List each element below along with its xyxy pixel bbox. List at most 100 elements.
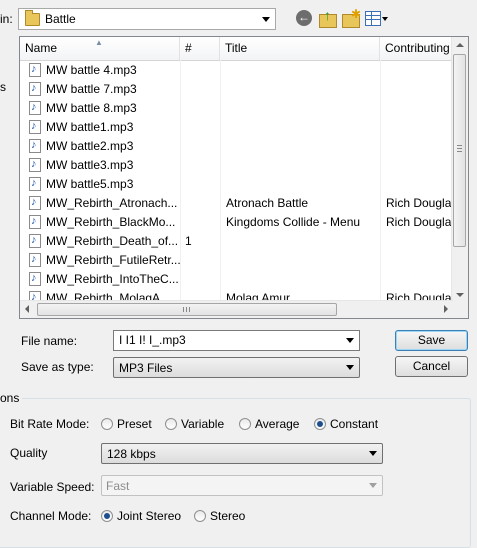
sparkle-icon: ✱ (351, 7, 362, 21)
filename-value: I I1 I! I_.mp3 (119, 333, 186, 347)
variable-speed-value: Fast (106, 479, 130, 493)
file-name: MW battle 7.mp3 (46, 82, 137, 96)
save-as-type-label: Save as type: (21, 360, 94, 374)
chevron-down-icon (369, 483, 377, 488)
file-name: MW battle5.mp3 (46, 177, 134, 191)
radio-variable-label[interactable]: Variable (181, 417, 224, 431)
folder-name: Battle (45, 12, 76, 26)
filename-input[interactable]: I I1 I! I_.mp3 (113, 330, 360, 351)
scroll-thumb[interactable] (37, 303, 337, 316)
chevron-down-icon (382, 17, 388, 21)
chevron-down-icon (262, 17, 270, 22)
radio-preset[interactable] (101, 418, 113, 430)
list-item[interactable]: MW_Rebirth_FutileRetr... (20, 251, 453, 270)
list-item[interactable]: MW battle 7.mp3 (20, 80, 453, 99)
channel-mode-label: Channel Mode: (10, 509, 92, 523)
audio-file-icon (29, 272, 41, 286)
audio-file-icon (29, 158, 41, 172)
file-name: MW_Rebirth_BlackMo... (46, 215, 176, 229)
track-number: 1 (185, 234, 192, 248)
list-item[interactable]: MW battle 8.mp3 (20, 99, 453, 118)
audio-file-icon (29, 139, 41, 153)
audio-file-icon (29, 196, 41, 210)
scroll-thumb[interactable] (453, 54, 466, 247)
list-item[interactable]: MW_Rebirth_Death_of... 1 (20, 232, 453, 251)
contributing-artist: Rich Douglas (386, 215, 458, 229)
quality-label: Quality (10, 446, 48, 460)
file-name: MW_Rebirth_FutileRetr... (46, 253, 181, 267)
cancel-button[interactable]: Cancel (395, 356, 468, 377)
list-header: Name ▲ # Title Contributing (20, 37, 453, 61)
radio-constant-label[interactable]: Constant (330, 417, 378, 431)
column-header-contributing[interactable]: Contributing (380, 37, 460, 60)
list-item[interactable]: MW_Rebirth_IntoTheC... (20, 270, 453, 289)
variable-speed-label: Variable Speed: (10, 480, 95, 494)
sidebar-cut-text: s (0, 80, 6, 94)
audio-file-icon (29, 177, 41, 191)
list-item[interactable]: MW battle 4.mp3 (20, 61, 453, 80)
radio-preset-label[interactable]: Preset (117, 417, 152, 431)
radio-average-label[interactable]: Average (255, 417, 299, 431)
bitrate-mode-label: Bit Rate Mode: (10, 417, 90, 431)
audio-file-icon (29, 253, 41, 267)
folder-dropdown[interactable]: Battle (18, 8, 276, 30)
list-item[interactable]: MW battle3.mp3 (20, 156, 453, 175)
audio-file-icon (29, 101, 41, 115)
radio-stereo[interactable] (194, 510, 206, 522)
radio-joint-stereo[interactable] (101, 510, 113, 522)
scrollbar-corner (452, 301, 468, 318)
list-item[interactable]: MW_Rebirth_Atronach... Atronach Battle Ric… (20, 194, 457, 213)
scroll-up-icon[interactable] (456, 43, 464, 47)
vertical-scrollbar[interactable] (451, 37, 468, 301)
file-name: MW_Rebirth_IntoTheC... (46, 272, 179, 286)
chevron-down-icon (346, 365, 354, 370)
contributing-artist: Rich Douglas (386, 196, 458, 210)
filename-label: File name: (21, 334, 78, 348)
save-as-type-select[interactable]: MP3 Files (113, 357, 360, 378)
back-arrow-icon: ← (296, 10, 312, 26)
track-title: Kingdoms Collide - Menu (226, 215, 361, 229)
radio-variable[interactable] (165, 418, 177, 430)
back-button[interactable]: ← (294, 8, 314, 28)
radio-stereo-label[interactable]: Stereo (210, 509, 245, 523)
up-arrow-icon: ↑ (324, 7, 331, 23)
column-header-number[interactable]: # (180, 37, 220, 60)
audio-file-icon (29, 82, 41, 96)
file-name: MW_Rebirth_Atronach... (46, 196, 178, 210)
scroll-left-icon[interactable] (25, 305, 29, 313)
sort-ascending-icon: ▲ (95, 38, 103, 47)
track-title: Atronach Battle (226, 196, 309, 210)
file-name: MW battle 8.mp3 (46, 101, 137, 115)
radio-average[interactable] (239, 418, 251, 430)
list-item[interactable]: MW_Rebirth_BlackMo... Kingdoms Collide - … (20, 213, 457, 232)
save-as-type-value: MP3 Files (119, 361, 173, 375)
file-name: MW battle1.mp3 (46, 120, 134, 134)
quality-select[interactable]: 128 kbps (101, 443, 383, 464)
view-menu-button[interactable] (364, 8, 390, 28)
radio-constant[interactable] (314, 418, 326, 430)
save-button[interactable]: Save (395, 330, 468, 351)
file-name: MW battle3.mp3 (46, 158, 134, 172)
list-item[interactable]: MW battle1.mp3 (20, 118, 453, 137)
list-item[interactable]: MW battle2.mp3 (20, 137, 453, 156)
column-header-title[interactable]: Title (220, 37, 380, 60)
audio-file-icon (29, 63, 41, 77)
list-item[interactable]: MW battle5.mp3 (20, 175, 453, 194)
view-grid-icon (365, 11, 381, 26)
file-list[interactable]: Name ▲ # Title Contributing MW battle 4.… (19, 36, 469, 319)
scroll-right-icon[interactable] (444, 305, 448, 313)
up-folder-button[interactable]: ↑ (318, 8, 338, 28)
audio-file-icon (29, 234, 41, 248)
options-legend: ons (0, 391, 23, 405)
audio-file-icon (29, 120, 41, 134)
quality-value: 128 kbps (107, 447, 156, 461)
radio-joint-stereo-label[interactable]: Joint Stereo (117, 509, 181, 523)
chevron-down-icon[interactable] (346, 338, 354, 343)
file-name: MW battle2.mp3 (46, 139, 134, 153)
new-folder-button[interactable]: ✱ (341, 8, 361, 28)
scroll-down-icon[interactable] (456, 293, 464, 297)
variable-speed-select: Fast (101, 475, 383, 496)
file-rows: MW battle 4.mp3 MW battle 7.mp3 MW battle … (20, 61, 457, 308)
file-name: MW battle 4.mp3 (46, 63, 137, 77)
horizontal-scrollbar[interactable] (20, 300, 453, 318)
